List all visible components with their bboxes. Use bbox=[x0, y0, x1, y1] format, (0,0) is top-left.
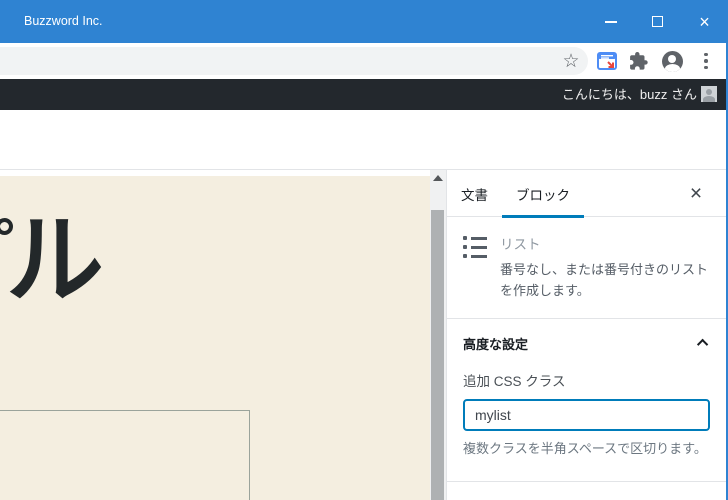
profile-icon bbox=[661, 50, 683, 72]
star-icon: ☆ bbox=[562, 50, 580, 72]
editor-canvas: ル bbox=[0, 170, 430, 500]
side-panel-bookmark-icon bbox=[597, 52, 617, 70]
scroll-up-button[interactable] bbox=[430, 170, 446, 186]
tab-document[interactable]: 文書 bbox=[447, 170, 502, 217]
admin-greeting[interactable]: こんにちは、buzz さん bbox=[562, 79, 697, 110]
user-avatar bbox=[701, 86, 717, 102]
window-titlebar: Buzzword Inc. × bbox=[0, 0, 728, 43]
advanced-panel-body: 追加 CSS クラス 複数クラスを半角スペースで区切ります。 bbox=[447, 368, 726, 482]
browser-toolbar: ☆ bbox=[0, 43, 728, 79]
window-title: Buzzword Inc. bbox=[24, 14, 103, 28]
address-bar[interactable] bbox=[0, 47, 588, 75]
advanced-panel-title: 高度な設定 bbox=[463, 336, 529, 352]
side-panel-button[interactable] bbox=[594, 43, 620, 79]
css-class-input[interactable] bbox=[463, 398, 710, 431]
page-heading-partial: ル bbox=[6, 205, 105, 315]
triangle-up-icon bbox=[433, 175, 443, 181]
css-class-helper-text: 複数クラスを半角スペースで区切ります。 bbox=[463, 440, 707, 456]
close-button[interactable]: × bbox=[681, 0, 728, 43]
minimize-icon bbox=[604, 20, 617, 23]
sidebar-close-button[interactable]: × bbox=[676, 170, 716, 217]
browser-menu-button[interactable] bbox=[693, 43, 719, 79]
advanced-panel-toggle[interactable]: 高度な設定 bbox=[447, 319, 726, 368]
chevron-up-icon bbox=[696, 338, 709, 351]
list-block-icon bbox=[463, 233, 487, 302]
sidebar-tabs: 文書 ブロック × bbox=[447, 170, 726, 218]
maximize-button[interactable] bbox=[634, 0, 681, 43]
block-title: リスト bbox=[500, 237, 541, 252]
block-card: リスト 番号なし、または番号付きのリストを作成します。 bbox=[447, 217, 726, 319]
browser-window: Buzzword Inc. × ☆ こんにちは、buzz さん ル 文書 ブロッ… bbox=[0, 0, 728, 500]
canvas-scrollbar[interactable] bbox=[430, 170, 446, 500]
settings-sidebar: 文書 ブロック × リスト 番号なし、または番号付きのリストを作成します。 高度… bbox=[446, 170, 726, 500]
kebab-menu-icon bbox=[704, 52, 708, 70]
close-icon: × bbox=[689, 181, 703, 205]
tab-block[interactable]: ブロック bbox=[502, 170, 584, 218]
editor-header: 下書きへ切り替え プレビュー 更新 bbox=[0, 110, 728, 271]
wp-admin-bar: こんにちは、buzz さん bbox=[0, 79, 728, 110]
puzzle-icon bbox=[630, 52, 648, 70]
extensions-button[interactable] bbox=[626, 43, 652, 79]
selected-block-outline[interactable] bbox=[0, 410, 250, 500]
close-icon: × bbox=[699, 11, 710, 32]
profile-button[interactable] bbox=[659, 43, 685, 79]
maximize-icon bbox=[652, 16, 663, 27]
scrollbar-thumb[interactable] bbox=[431, 210, 444, 500]
minimize-button[interactable] bbox=[587, 0, 634, 43]
bookmark-star-button[interactable]: ☆ bbox=[558, 43, 584, 79]
block-description: 番号なし、または番号付きのリストを作成します。 bbox=[500, 262, 709, 298]
page-background: ル bbox=[0, 176, 430, 500]
css-class-label: 追加 CSS クラス bbox=[463, 373, 566, 389]
window-controls: × bbox=[587, 0, 728, 43]
